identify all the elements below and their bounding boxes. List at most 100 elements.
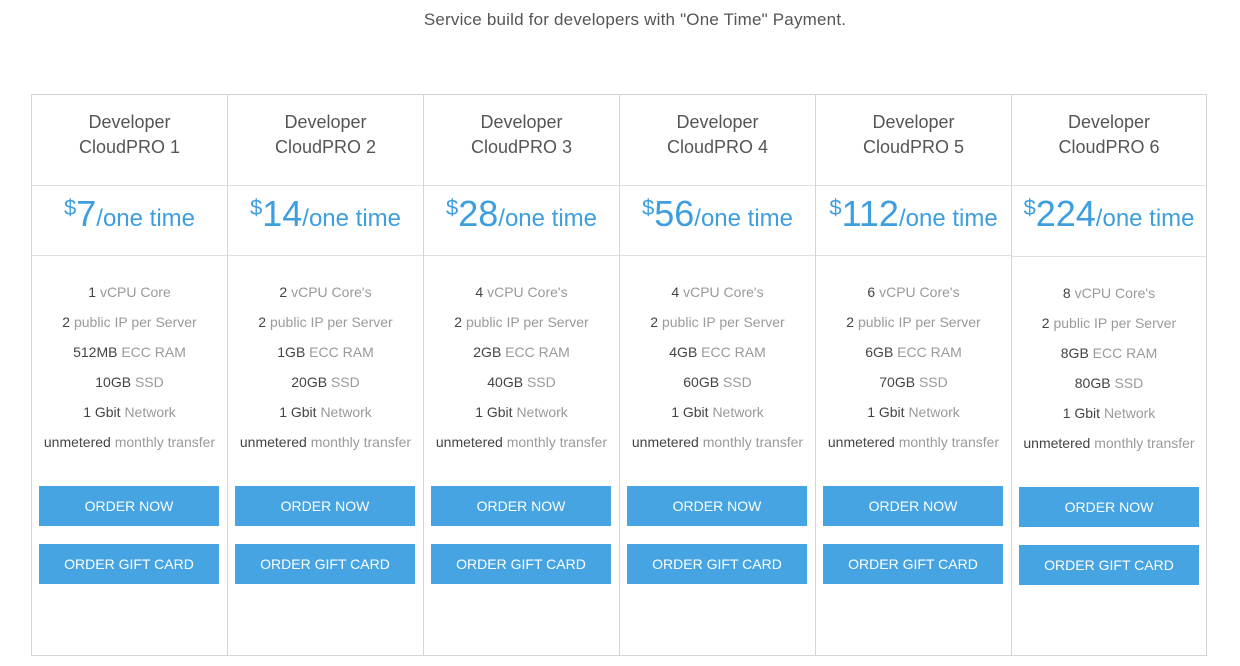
plan-title-line1: Developer [284, 112, 367, 132]
feature-item: 6 vCPU Core's [867, 284, 960, 300]
feature-list: 2 vCPU Core's 2 public IP per Server 1GB… [228, 256, 423, 457]
plan-card-cloudpro-5: Developer CloudPRO 5 $112/one time 6 vCP… [815, 94, 1011, 656]
order-gift-card-button[interactable]: ORDER GIFT CARD [39, 544, 219, 584]
feature-list: 6 vCPU Core's 2 public IP per Server 6GB… [816, 256, 1011, 457]
feature-item: 1 Gbit Network [83, 404, 176, 420]
feature-list: 4 vCPU Core's 2 public IP per Server 2GB… [424, 256, 619, 457]
price-currency: $ [641, 195, 655, 220]
feature-item: 2 public IP per Server [1041, 315, 1177, 331]
feature-item: 2 public IP per Server [454, 314, 589, 330]
feature-item: 4 vCPU Core's [671, 284, 764, 300]
feature-item: unmetered monthly transfer [1023, 435, 1195, 451]
plan-card-cloudpro-6: Developer CloudPRO 6 $224/one time 8 vCP… [1011, 94, 1207, 656]
price-period: /one time [302, 205, 401, 232]
price-period: /one time [694, 205, 793, 232]
feature-item: 1 Gbit Network [1062, 405, 1156, 421]
feature-item: 512MB ECC RAM [73, 344, 186, 360]
feature-item: 40GB SSD [487, 374, 556, 390]
plan-price: $7/one time [32, 186, 227, 256]
feature-list: 8 vCPU Core's 2 public IP per Server 8GB… [1012, 257, 1206, 458]
plan-title-line1: Developer [480, 112, 563, 132]
order-gift-card-button[interactable]: ORDER GIFT CARD [431, 544, 611, 584]
plan-title-line2: CloudPRO 1 [78, 137, 181, 157]
price-currency: $ [64, 195, 77, 220]
price-period: /one time [498, 205, 597, 232]
plan-title-line1: Developer [88, 112, 171, 132]
pricing-table: Developer CloudPRO 1 $7/one time 1 vCPU … [31, 94, 1207, 656]
plan-price: $112/one time [816, 186, 1011, 256]
price-amount: 28 [458, 193, 499, 234]
price-period: /one time [1095, 205, 1195, 232]
price-period: /one time [96, 205, 195, 232]
order-now-button[interactable]: ORDER NOW [627, 486, 807, 526]
price-amount: 224 [1035, 193, 1096, 234]
order-gift-card-button[interactable]: ORDER GIFT CARD [235, 544, 415, 584]
plan-card-cloudpro-4: Developer CloudPRO 4 $56/one time 4 vCPU… [619, 94, 815, 656]
feature-item: 1 Gbit Network [867, 404, 960, 420]
page-tagline: Service build for developers with "One T… [423, 10, 847, 29]
feature-item: 1 Gbit Network [279, 404, 372, 420]
price-currency: $ [1023, 195, 1036, 220]
order-gift-card-button[interactable]: ORDER GIFT CARD [1019, 545, 1199, 585]
order-gift-card-button[interactable]: ORDER GIFT CARD [627, 544, 807, 584]
plan-price: $14/one time [228, 186, 423, 256]
feature-item: unmetered monthly transfer [827, 434, 1000, 450]
feature-item: 8 vCPU Core's [1062, 285, 1156, 301]
plan-title: Developer CloudPRO 4 [620, 95, 815, 186]
order-now-button[interactable]: ORDER NOW [431, 486, 611, 526]
feature-list: 4 vCPU Core's 2 public IP per Server 4GB… [620, 256, 815, 457]
feature-item: 60GB SSD [683, 374, 752, 390]
order-now-button[interactable]: ORDER NOW [1019, 487, 1199, 527]
price-amount: 14 [262, 193, 303, 234]
plan-title: Developer CloudPRO 3 [424, 95, 619, 186]
plan-title: Developer CloudPRO 6 [1012, 95, 1206, 186]
plan-title-line2: CloudPRO 5 [862, 137, 965, 157]
plan-price: $224/one time [1012, 186, 1206, 257]
feature-item: unmetered monthly transfer [435, 434, 608, 450]
feature-item: 1 Gbit Network [475, 404, 568, 420]
feature-item: 20GB SSD [291, 374, 360, 390]
feature-list: 1 vCPU Core 2 public IP per Server 512MB… [32, 256, 227, 457]
price-amount: 56 [654, 193, 695, 234]
order-now-button[interactable]: ORDER NOW [823, 486, 1003, 526]
feature-item: 2GB ECC RAM [473, 344, 570, 360]
plan-title-line1: Developer [1067, 112, 1151, 132]
plan-title: Developer CloudPRO 2 [228, 95, 423, 186]
feature-item: 6GB ECC RAM [865, 344, 962, 360]
feature-item: 2 public IP per Server [650, 314, 785, 330]
plan-title-line1: Developer [676, 112, 759, 132]
order-now-button[interactable]: ORDER NOW [235, 486, 415, 526]
price-currency: $ [829, 195, 842, 220]
feature-item: 1 Gbit Network [671, 404, 764, 420]
feature-item: 2 public IP per Server [258, 314, 393, 330]
plan-card-cloudpro-2: Developer CloudPRO 2 $14/one time 2 vCPU… [227, 94, 423, 656]
price-currency: $ [445, 195, 459, 220]
order-now-button[interactable]: ORDER NOW [39, 486, 219, 526]
plan-title-line2: CloudPRO 2 [274, 137, 377, 157]
plan-title-line2: CloudPRO 3 [470, 137, 573, 157]
feature-item: unmetered monthly transfer [631, 434, 804, 450]
price-amount: 7 [76, 193, 97, 234]
feature-item: 70GB SSD [879, 374, 948, 390]
plan-price: $56/one time [620, 186, 815, 256]
price-currency: $ [249, 195, 263, 220]
feature-item: 10GB SSD [95, 374, 164, 390]
price-amount: 112 [841, 193, 899, 234]
plan-title: Developer CloudPRO 1 [32, 95, 227, 186]
feature-item: 8GB ECC RAM [1060, 345, 1158, 361]
feature-item: 2 public IP per Server [62, 314, 197, 330]
feature-item: 2 public IP per Server [846, 314, 981, 330]
order-gift-card-button[interactable]: ORDER GIFT CARD [823, 544, 1003, 584]
plan-card-cloudpro-3: Developer CloudPRO 3 $28/one time 4 vCPU… [423, 94, 619, 656]
feature-item: unmetered monthly transfer [239, 434, 412, 450]
price-period: /one time [898, 205, 998, 232]
feature-item: unmetered monthly transfer [43, 434, 216, 450]
plan-title: Developer CloudPRO 5 [816, 95, 1011, 186]
feature-item: 80GB SSD [1074, 375, 1144, 391]
feature-item: 1 vCPU Core [88, 284, 171, 300]
plan-title-line2: CloudPRO 4 [666, 137, 769, 157]
feature-item: 4GB ECC RAM [669, 344, 766, 360]
plan-title-line2: CloudPRO 6 [1058, 137, 1160, 157]
plan-title-line1: Developer [872, 112, 955, 132]
feature-item: 2 vCPU Core's [279, 284, 372, 300]
